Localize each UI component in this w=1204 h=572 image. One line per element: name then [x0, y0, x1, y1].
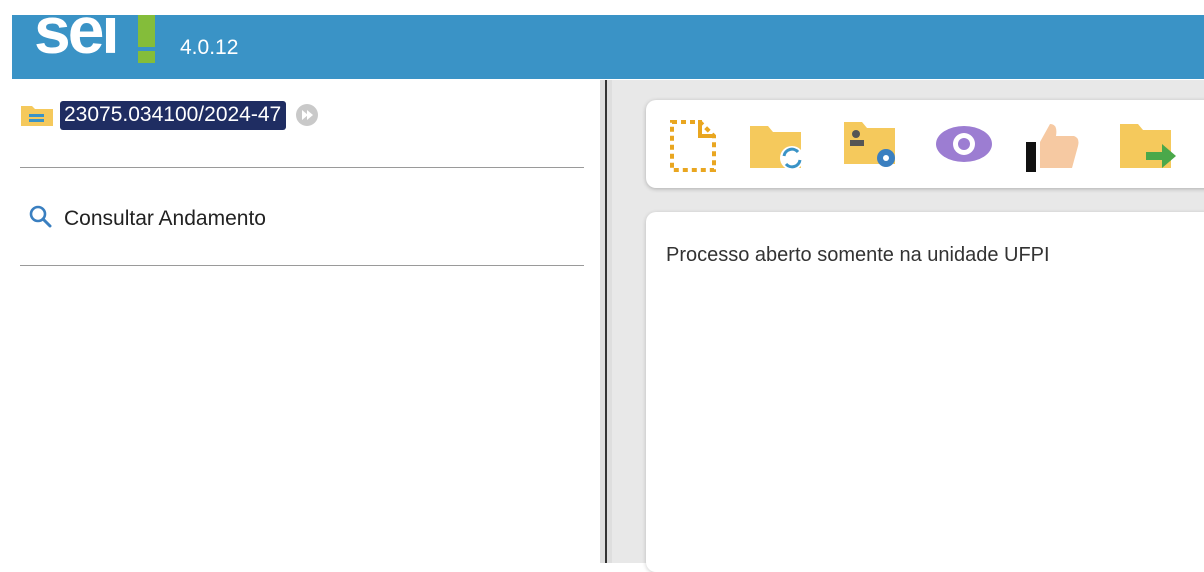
send-process-icon[interactable] [1116, 112, 1180, 176]
top-header: sei 4.0.12 [12, 15, 1204, 79]
search-icon [28, 204, 52, 233]
consult-andamento-link[interactable]: Consultar Andamento [28, 204, 266, 233]
process-number[interactable]: 23075.034100/2024-47 [60, 100, 287, 130]
fast-forward-icon[interactable] [296, 104, 319, 126]
pane-splitter[interactable] [600, 80, 612, 563]
divider [20, 265, 584, 266]
folder-icon [20, 103, 54, 127]
divider [20, 167, 584, 168]
version-label: 4.0.12 [180, 36, 239, 59]
process-tree-root[interactable]: 23075.034100/2024-47 [20, 98, 319, 132]
sei-logo[interactable]: sei [34, 15, 120, 63]
new-document-icon[interactable] [662, 112, 726, 176]
logo-accent-icon [138, 15, 155, 63]
process-content: Processo aberto somente na unidade UFPI [646, 212, 1204, 572]
main-pane: Processo aberto somente na unidade UFPI [612, 80, 1204, 572]
reopen-process-icon[interactable] [746, 112, 810, 176]
process-status-text: Processo aberto somente na unidade UFPI [666, 244, 1050, 266]
view-icon[interactable] [932, 112, 996, 176]
consult-andamento-label: Consultar Andamento [64, 206, 266, 230]
process-tree-pane: 23075.034100/2024-47 Consultar Andamento [12, 80, 600, 563]
like-icon[interactable] [1020, 112, 1084, 176]
assign-process-icon[interactable] [840, 112, 904, 176]
process-toolbar [646, 100, 1204, 188]
